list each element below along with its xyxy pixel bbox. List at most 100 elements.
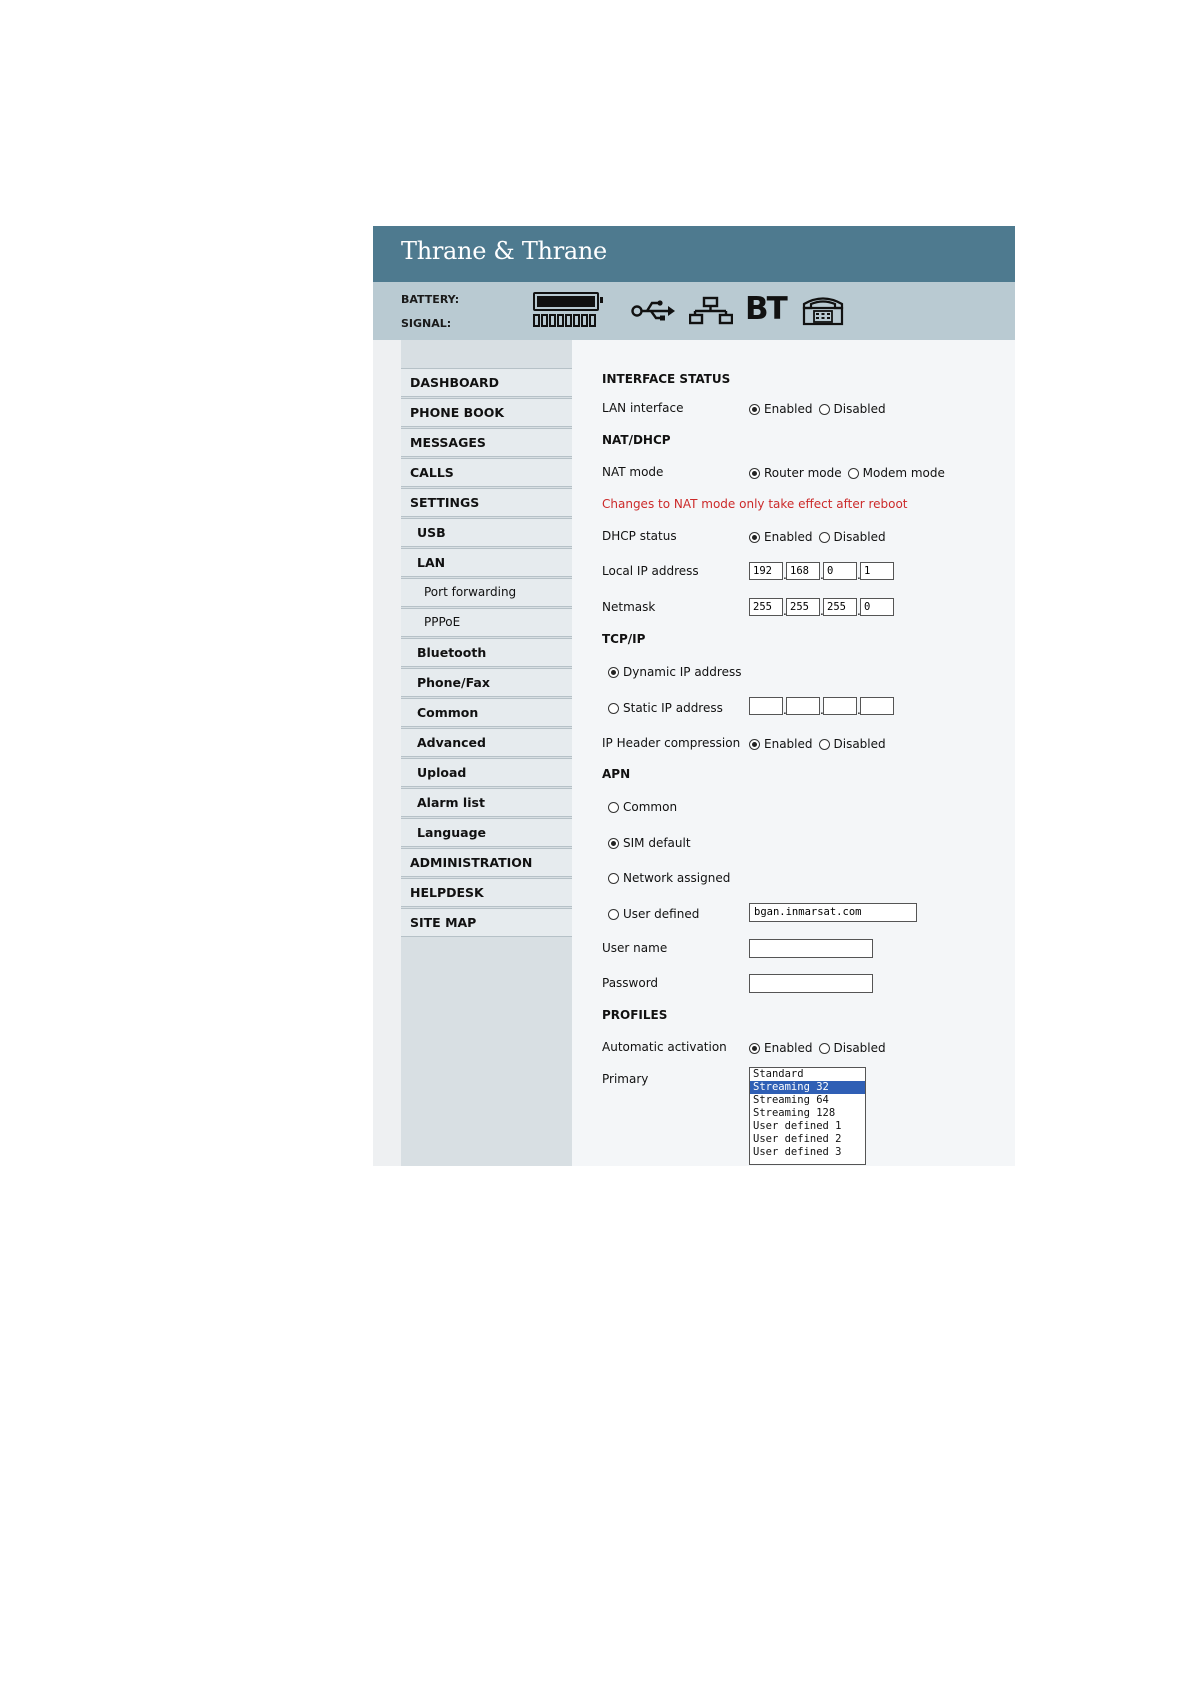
sidebar-item-dashboard[interactable]: DASHBOARD: [401, 368, 572, 397]
ip-octet-input[interactable]: 255: [786, 598, 820, 616]
signal-label: SIGNAL:: [401, 317, 452, 330]
radio-label-modem-mode: Modem mode: [862, 466, 945, 480]
apn-user-defined-option[interactable]: User defined: [608, 907, 699, 921]
profile-option-user-defined-2[interactable]: User defined 2: [750, 1133, 865, 1146]
radio-label-enabled: Enabled: [764, 737, 813, 751]
apn-user-defined-input[interactable]: bgan.inmarsat.com: [749, 903, 917, 922]
local-ip-input: 192. 168. 0. 1: [749, 562, 894, 581]
sidebar-item-site-map[interactable]: SITE MAP: [401, 908, 572, 937]
battery-fill: [537, 296, 595, 307]
sidebar-item-messages[interactable]: MESSAGES: [401, 428, 572, 457]
static-ip-radio[interactable]: [608, 702, 619, 714]
apn-network-assigned-option[interactable]: Network assigned: [608, 871, 730, 885]
sidebar-item-lan[interactable]: LAN: [401, 548, 572, 577]
profile-option-user-defined-3[interactable]: User defined 3: [750, 1146, 865, 1159]
sidebar-item-port-forwarding[interactable]: Port forwarding: [401, 578, 572, 607]
profile-option-streaming-32[interactable]: Streaming 32: [750, 1081, 865, 1094]
radio-label-enabled: Enabled: [764, 1041, 813, 1055]
sidebar-item-calls[interactable]: CALLS: [401, 458, 572, 487]
lan-settings-form: INTERFACE STATUS LAN interface Enabled Di…: [572, 340, 1015, 1166]
ip-header-compression-option-enabled[interactable]: Enabled: [749, 737, 813, 751]
lan-icon: [689, 296, 733, 325]
ip-octet-input[interactable]: 255: [823, 598, 857, 616]
radio-label-router-mode: Router mode: [764, 466, 842, 480]
sidebar-item-language[interactable]: Language: [401, 818, 572, 847]
apn-common-radio[interactable]: [608, 801, 619, 813]
lan-interface-option-enabled[interactable]: Enabled: [749, 402, 813, 416]
radio-enabled[interactable]: [749, 403, 760, 415]
username-input[interactable]: [749, 939, 873, 958]
ip-octet-input[interactable]: 0: [823, 562, 857, 580]
apn-user-defined-label: User defined: [623, 907, 700, 921]
nat-mode-option-router-mode[interactable]: Router mode: [749, 466, 842, 480]
radio-router-mode[interactable]: [749, 467, 760, 479]
apn-user-defined-radio[interactable]: [608, 908, 619, 920]
profile-option-streaming-64[interactable]: Streaming 64: [750, 1094, 865, 1107]
sidebar-item-administration[interactable]: ADMINISTRATION: [401, 848, 572, 877]
radio-label-enabled: Enabled: [764, 530, 813, 544]
sidebar-item-bluetooth[interactable]: Bluetooth: [401, 638, 572, 667]
ip-octet-input[interactable]: 192: [749, 562, 783, 580]
automatic-activation-option-enabled[interactable]: Enabled: [749, 1041, 813, 1055]
apn-sim-default-radio[interactable]: [608, 837, 619, 849]
apn-common-option[interactable]: Common: [608, 800, 677, 814]
lan-interface-option-disabled[interactable]: Disabled: [818, 402, 886, 416]
radio-disabled[interactable]: [818, 531, 830, 543]
local-ip-label: Local IP address: [602, 564, 699, 578]
sidebar-item-phone-fax[interactable]: Phone/Fax: [401, 668, 572, 697]
radio-enabled[interactable]: [749, 1042, 760, 1054]
sidebar-item-advanced[interactable]: Advanced: [401, 728, 572, 757]
dhcp-status-option-disabled[interactable]: Disabled: [818, 530, 886, 544]
ip-octet-input[interactable]: [823, 697, 857, 715]
apn-network-assigned-radio[interactable]: [608, 872, 619, 884]
ip-octet-input[interactable]: [749, 697, 783, 715]
lan-interface-label: LAN interface: [602, 401, 684, 415]
radio-disabled[interactable]: [818, 738, 830, 750]
ip-octet-input[interactable]: 168: [786, 562, 820, 580]
radio-label-disabled: Disabled: [833, 1041, 886, 1055]
sidebar-item-usb[interactable]: USB: [401, 518, 572, 547]
dynamic-ip-option[interactable]: Dynamic IP address: [608, 665, 741, 679]
static-ip-label: Static IP address: [623, 701, 723, 715]
sidebar-item-helpdesk[interactable]: HELPDESK: [401, 878, 572, 907]
sidebar-item-common[interactable]: Common: [401, 698, 572, 727]
automatic-activation-option-disabled[interactable]: Disabled: [818, 1041, 886, 1055]
profile-option-user-defined-1[interactable]: User defined 1: [750, 1120, 865, 1133]
sidebar-item-settings[interactable]: SETTINGS: [401, 488, 572, 517]
ip-octet-input[interactable]: 255: [749, 598, 783, 616]
static-ip-option[interactable]: Static IP address: [608, 701, 723, 715]
profile-option-standard[interactable]: Standard: [750, 1068, 865, 1081]
radio-label-enabled: Enabled: [764, 402, 813, 416]
profile-option-streaming-128[interactable]: Streaming 128: [750, 1107, 865, 1120]
sidebar-item-pppoe[interactable]: PPPoE: [401, 608, 572, 637]
ip-octet-input[interactable]: [860, 697, 894, 715]
radio-disabled[interactable]: [818, 1042, 830, 1054]
sidebar-item-alarm-list[interactable]: Alarm list: [401, 788, 572, 817]
primary-profile-listbox[interactable]: Standard Streaming 32 Streaming 64 Streamin…: [749, 1067, 866, 1165]
nat-mode-option-modem-mode[interactable]: Modem mode: [847, 466, 945, 480]
radio-enabled[interactable]: [749, 531, 760, 543]
apn-sim-default-option[interactable]: SIM default: [608, 836, 691, 850]
signal-bar: [581, 314, 588, 327]
ip-octet-input[interactable]: 0: [860, 598, 894, 616]
bluetooth-icon: BT: [745, 291, 788, 327]
sidebar-item-phone-book[interactable]: PHONE BOOK: [401, 398, 572, 427]
radio-modem-mode[interactable]: [847, 467, 859, 479]
signal-strength-icon: [533, 314, 596, 327]
brand-logo: Thrane & Thrane: [401, 237, 607, 265]
dhcp-status-option-enabled[interactable]: Enabled: [749, 530, 813, 544]
ip-header-compression-option-disabled[interactable]: Disabled: [818, 737, 886, 751]
radio-label-disabled: Disabled: [833, 530, 886, 544]
radio-enabled[interactable]: [749, 738, 760, 750]
radio-disabled[interactable]: [818, 403, 830, 415]
ip-octet-input[interactable]: [786, 697, 820, 715]
primary-profile-label: Primary: [602, 1072, 649, 1086]
status-bar: BATTERY: SIGNAL: BT: [373, 282, 1015, 340]
ip-octet-input[interactable]: 1: [860, 562, 894, 580]
phone-fax-icon: [802, 297, 844, 326]
sidebar-item-upload[interactable]: Upload: [401, 758, 572, 787]
sidebar-nav: DASHBOARD PHONE BOOK MESSAGES CALLS SETTINGS…: [401, 340, 572, 1166]
apn-network-assigned-label: Network assigned: [623, 871, 731, 885]
dynamic-ip-radio[interactable]: [608, 666, 619, 678]
password-input[interactable]: [749, 974, 873, 993]
